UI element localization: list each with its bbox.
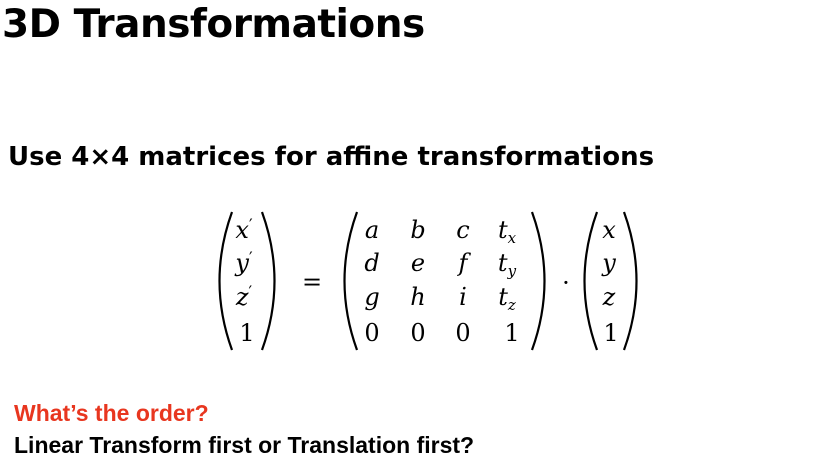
matrix-left-paren	[343, 211, 359, 351]
matrix-cell: tx	[498, 216, 517, 247]
rhs-entry: 1	[603, 319, 618, 347]
rhs-vector: x y z 1	[601, 216, 618, 347]
rhs-entry: z	[602, 283, 616, 311]
matrix-cell: 0	[364, 319, 379, 347]
rhs-left-paren	[583, 211, 599, 351]
lhs-right-paren	[260, 211, 276, 351]
lhs-left-paren	[218, 211, 234, 351]
matrix-cell: d	[364, 249, 379, 277]
rhs-entry: y	[601, 249, 616, 277]
lhs-entry: 1	[239, 319, 254, 347]
matrix-cell: c	[456, 216, 469, 244]
matrix-cell: f	[457, 249, 472, 277]
lhs-entry: y′	[234, 248, 253, 277]
equals-sign: =	[302, 268, 322, 296]
matrix-cell: h	[410, 283, 425, 311]
transform-matrix: a b c tx d e f ty g h i tz 0 0 0 1	[364, 216, 519, 347]
matrix-cell: ty	[498, 249, 517, 280]
rhs-entry: x	[602, 216, 616, 244]
lhs-entry: z′	[235, 282, 253, 311]
matrix-cell: 0	[410, 319, 425, 347]
matrix-cell: tz	[498, 283, 516, 314]
matrix-cell: e	[411, 249, 425, 277]
order-followup: Linear Transform first or Translation fi…	[14, 432, 475, 458]
matrix-cell: i	[459, 283, 467, 311]
matrix-cell: a	[365, 216, 379, 244]
dot-operator: ·	[562, 269, 570, 297]
matrix-cell: 1	[504, 319, 519, 347]
matrix-cell: 0	[455, 319, 470, 347]
order-question: What’s the order?	[14, 400, 209, 426]
rhs-right-paren	[622, 211, 638, 351]
matrix-cell: g	[364, 283, 379, 311]
matrix-cell: b	[410, 216, 425, 244]
lhs-entry: x′	[235, 215, 253, 244]
lhs-vector: x′ y′ z′ 1	[234, 215, 254, 347]
matrix-right-paren	[530, 211, 546, 351]
